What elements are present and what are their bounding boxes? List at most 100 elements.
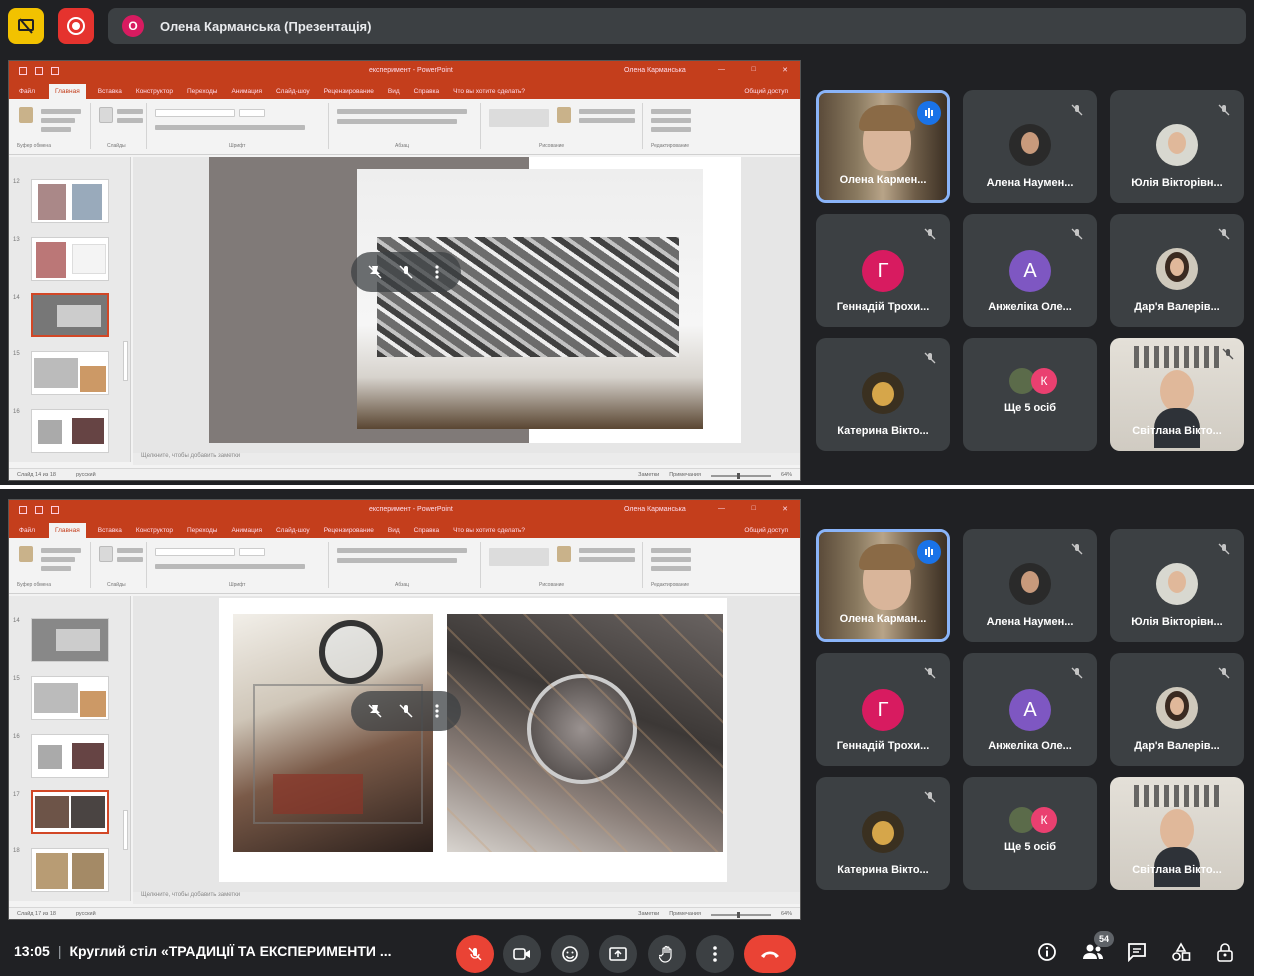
maximize-icon[interactable]: □ [751,66,755,74]
tab-view[interactable]: Вид [388,527,400,538]
slide-thumbnail-selected[interactable] [31,790,109,834]
reactions-button[interactable] [551,935,589,973]
thumbnails-scrollbar[interactable] [121,600,129,896]
participant-tile-presenter[interactable]: Олена Кармен... [816,90,950,203]
zoom-slider[interactable] [710,912,771,918]
comments-toggle[interactable]: Примечания [669,911,701,917]
arrange-icon[interactable] [557,546,571,562]
participant-tile[interactable]: Г Геннадій Трохи... [816,214,950,327]
slide-thumbnail[interactable] [31,848,109,892]
slide-thumbnail[interactable] [31,351,109,395]
font-name-box[interactable] [155,109,235,117]
mute-icon[interactable] [398,703,414,719]
mic-toggle-button[interactable] [456,935,494,973]
participant-tile-more[interactable]: К Ще 5 осіб [963,777,1097,890]
save-icon[interactable] [19,506,27,514]
recording-button[interactable] [58,8,94,44]
presenter-pill[interactable]: О Олена Карманська (Презентація) [108,8,1246,44]
notes-toggle[interactable]: Заметки [638,911,659,917]
participant-tile[interactable]: Катерина Вікто... [816,777,950,890]
slide-thumbnail-selected[interactable] [31,293,109,337]
tab-design[interactable]: Конструктор [136,527,173,538]
host-controls-button[interactable] [1210,937,1240,967]
new-slide-icon[interactable] [99,546,113,562]
tab-slideshow[interactable]: Слайд-шоу [276,88,310,99]
screen-share-status-button[interactable] [8,8,44,44]
participant-tile-presenter[interactable]: Олена Карман... [816,529,950,642]
notes-toggle[interactable]: Заметки [638,472,659,478]
tab-review[interactable]: Рецензирование [324,88,374,99]
tab-home[interactable]: Главная [48,523,86,538]
participant-tile[interactable]: Алена Наумен... [963,529,1097,642]
shapes-gallery[interactable] [489,109,549,127]
people-button[interactable]: 54 [1078,931,1114,967]
maximize-icon[interactable]: □ [751,505,755,513]
close-icon[interactable]: ✕ [782,66,788,74]
participant-tile[interactable]: Світлана Вікто... [1110,338,1244,451]
video-hover-controls[interactable] [351,691,461,731]
video-hover-controls[interactable] [351,252,461,292]
comments-toggle[interactable]: Примечания [669,472,701,478]
share-button[interactable]: Общий доступ [744,88,788,99]
participant-tile[interactable]: Дар'я Валерів... [1110,214,1244,327]
undo-icon[interactable] [35,67,43,75]
pin-off-icon[interactable] [367,703,383,719]
font-size-box[interactable] [239,548,265,556]
tab-home[interactable]: Главная [48,84,86,99]
participant-tile[interactable]: А Анжеліка Оле... [963,214,1097,327]
tab-design[interactable]: Конструктор [136,88,173,99]
save-icon[interactable] [19,67,27,75]
participant-tile[interactable]: Г Геннадій Трохи... [816,653,950,766]
leave-call-button[interactable] [744,935,796,973]
tab-transitions[interactable]: Переходы [187,88,218,99]
new-slide-icon[interactable] [99,107,113,123]
participant-tile[interactable]: Алена Наумен... [963,90,1097,203]
tab-insert[interactable]: Вставка [98,88,122,99]
zoom-slider[interactable] [710,473,771,479]
tab-help[interactable]: Справка [414,88,440,99]
minimize-icon[interactable]: — [718,505,725,513]
tell-me-search[interactable]: Что вы хотите сделать? [453,527,525,538]
share-button[interactable]: Общий доступ [744,527,788,538]
notes-pane[interactable]: Щелкните, чтобы добавить заметки [133,892,800,904]
tab-view[interactable]: Вид [388,88,400,99]
tab-review[interactable]: Рецензирование [324,527,374,538]
minimize-icon[interactable]: — [718,66,725,74]
close-icon[interactable]: ✕ [782,505,788,513]
arrange-icon[interactable] [557,107,571,123]
slide-thumbnail[interactable] [31,237,109,281]
undo-icon[interactable] [35,506,43,514]
slide-thumbnail[interactable] [31,618,109,662]
participant-tile[interactable]: Юлія Вікторівн... [1110,90,1244,203]
paste-icon[interactable] [19,546,33,562]
chat-button[interactable] [1122,937,1152,967]
tab-help[interactable]: Справка [414,527,440,538]
paste-icon[interactable] [19,107,33,123]
activities-button[interactable] [1166,937,1196,967]
notes-pane[interactable]: Щелкните, чтобы добавить заметки [133,453,800,465]
participant-tile[interactable]: Юлія Вікторівн... [1110,529,1244,642]
slide-thumbnail[interactable] [31,179,109,223]
pin-off-icon[interactable] [367,264,383,280]
more-options-icon[interactable] [429,703,445,719]
thumbnails-scrollbar[interactable] [121,161,129,457]
participant-tile[interactable]: Катерина Вікто... [816,338,950,451]
tab-animations[interactable]: Анимация [231,527,262,538]
camera-toggle-button[interactable] [503,935,541,973]
more-options-icon[interactable] [429,264,445,280]
tell-me-search[interactable]: Что вы хотите сделать? [453,88,525,99]
meeting-details-button[interactable] [1032,937,1062,967]
tab-animations[interactable]: Анимация [231,88,262,99]
redo-icon[interactable] [51,506,59,514]
participant-tile-more[interactable]: К Ще 5 осіб [963,338,1097,451]
tab-slideshow[interactable]: Слайд-шоу [276,527,310,538]
redo-icon[interactable] [51,67,59,75]
font-size-box[interactable] [239,109,265,117]
more-options-button[interactable] [696,935,734,973]
participant-tile[interactable]: Світлана Вікто... [1110,777,1244,890]
slide-thumbnail[interactable] [31,676,109,720]
tab-file[interactable]: Файл [19,527,35,538]
tab-transitions[interactable]: Переходы [187,527,218,538]
slide-thumbnail[interactable] [31,734,109,778]
raise-hand-button[interactable] [648,935,686,973]
